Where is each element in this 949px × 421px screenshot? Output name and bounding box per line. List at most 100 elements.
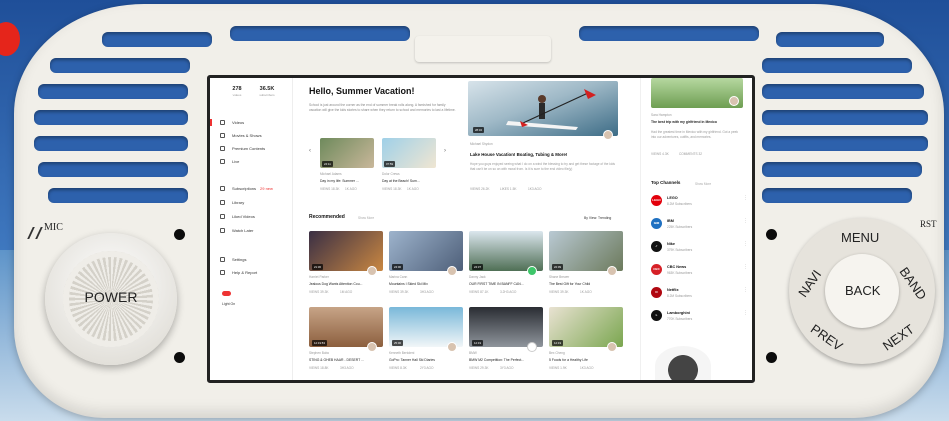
channel-name-netflix[interactable]: Netflix <box>667 288 679 292</box>
sort-dropdown[interactable]: By View: Trending <box>584 216 611 220</box>
mini-title-2[interactable]: Day at the Beach! Sum... <box>382 179 420 183</box>
reset-button[interactable]: RST <box>920 219 937 229</box>
sidebar-item-premium[interactable]: Premium Contents <box>220 146 265 151</box>
light-label: Light On <box>222 302 236 306</box>
vent-slot <box>230 26 410 41</box>
rec-thumb-6[interactable]: 25:00 <box>389 307 463 347</box>
channel-name-ibm[interactable]: IBM <box>667 219 674 223</box>
top-post-title[interactable]: The best trip with my girlfriend in Mexi… <box>651 120 717 124</box>
rec-title-5[interactable]: STING & GHEB HAAR - DESERT ... <box>309 358 383 362</box>
rec-title-4[interactable]: The Best Gift for Your Child <box>549 282 623 286</box>
rec-title-6[interactable]: GoPro: Tanner Hall Ski Diaries <box>389 358 463 362</box>
top-post-avatar[interactable] <box>729 96 739 106</box>
light-toggle[interactable] <box>222 291 231 296</box>
featured-title[interactable]: Lake House Vacation! Boating, Tubing & M… <box>470 152 567 157</box>
channel-name-lamborghini[interactable]: Lamborghini <box>667 311 690 315</box>
rec-avatar-1[interactable] <box>367 266 377 276</box>
navi-button[interactable]: NAVI <box>795 267 824 300</box>
rec-views-7: VIEWS 29.3K <box>469 366 489 370</box>
control-pad: MENU NAVI BAND PREV NEXT BACK <box>789 218 935 364</box>
power-label: POWER <box>84 289 138 305</box>
vent-slot <box>38 162 188 177</box>
channel-name-cbc[interactable]: CBC News <box>667 265 686 269</box>
mini-title-1[interactable]: Day in my life: Summer ... <box>320 179 359 183</box>
mini-views-2: VIEWS 18.3K <box>382 187 402 191</box>
rec-avatar-2[interactable] <box>447 266 457 276</box>
channel-name-lego[interactable]: LEGO <box>667 196 678 200</box>
vent-slot <box>102 32 212 47</box>
rec-thumb-5[interactable]: 12:19:53 <box>309 307 383 347</box>
sidebar-item-movies[interactable]: Movies & Shows <box>220 133 262 138</box>
rec-avatar-4[interactable] <box>607 266 617 276</box>
vent-slot <box>762 84 924 99</box>
screw <box>174 352 185 363</box>
sidebar-item-liked[interactable]: Liked Videos <box>220 214 255 219</box>
sidebar-item-watch-later[interactable]: Watch Later <box>220 228 253 233</box>
sidebar-item-settings[interactable]: Settings <box>220 257 246 262</box>
rec-age-3: 3.2H3 AGO <box>500 290 517 294</box>
channel-name-nike[interactable]: Nike <box>667 242 675 246</box>
mini-views-1: VIEWS 18.3K <box>320 187 340 191</box>
featured-avatar[interactable] <box>603 130 613 140</box>
rec-thumb-4[interactable]: 22:09 <box>549 231 623 271</box>
sidebar-item-videos[interactable]: Videos <box>210 119 244 126</box>
sidebar-item-help[interactable]: Help & Report <box>220 270 257 275</box>
rec-avatar-5[interactable] <box>367 342 377 352</box>
rec-thumb-2[interactable]: 24:00 <box>389 231 463 271</box>
rec-channel-8: Bex Cheng <box>549 351 565 355</box>
more-icon[interactable]: ⋮ <box>743 310 748 316</box>
power-knob[interactable]: POWER <box>45 233 177 365</box>
carousel-next-icon[interactable]: › <box>444 148 446 154</box>
carousel-prev-icon[interactable]: ‹ <box>309 148 311 154</box>
rec-title-3[interactable]: OUR FIRST TIME IN BANFF CAN... <box>469 282 543 286</box>
more-icon[interactable]: ⋮ <box>743 287 748 293</box>
featured-views: VIEWS 26.2K <box>470 187 490 191</box>
menu-button[interactable]: MENU <box>841 230 879 245</box>
vent-slot <box>34 110 188 125</box>
channel-subs-lego: 8.2M Subscribers <box>667 202 692 206</box>
vent-slot <box>762 58 912 73</box>
rec-thumb-7[interactable]: 12:19 <box>469 307 543 347</box>
channels-show-more[interactable]: Show More <box>695 182 711 186</box>
mini-thumb-2[interactable]: 07:59 <box>382 138 436 168</box>
vent-slot <box>762 136 928 151</box>
rec-thumb-8[interactable]: 12:19 <box>549 307 623 347</box>
rec-thumb-1[interactable]: 21:30 <box>309 231 383 271</box>
sidebar-item-subscriptions[interactable]: Subscriptions 29 new <box>220 186 273 191</box>
rec-avatar-8[interactable] <box>607 342 617 352</box>
band-button[interactable]: BAND <box>897 264 930 302</box>
more-icon[interactable]: ⋮ <box>743 195 748 201</box>
top-post-channel: Sara Hampton <box>651 113 672 117</box>
rec-channel-1: Harriet Parker <box>309 275 329 279</box>
rec-channel-3: Danny Jack <box>469 275 486 279</box>
mini-age-1: 1K AGO <box>345 187 357 191</box>
rec-avatar-7[interactable] <box>527 342 537 352</box>
more-icon[interactable]: ⋮ <box>743 241 748 247</box>
back-button[interactable]: BACK <box>825 254 899 328</box>
rec-age-7: 3Y3 AGO <box>500 366 514 370</box>
sidebar-item-library[interactable]: Library <box>220 200 244 205</box>
rec-channel-4: Shane Brewer <box>549 275 570 279</box>
play-icon <box>220 120 225 125</box>
sidebar-item-live[interactable]: Live <box>220 159 239 164</box>
vent-slot <box>579 26 759 41</box>
netflix-logo-icon: N <box>651 287 662 298</box>
mini-channel-1: Michael Adams <box>320 172 342 176</box>
rec-title-1[interactable]: Jealous Dog Wants Attention Cou... <box>309 282 383 286</box>
rec-title-7[interactable]: BMW M2 Competition: The Perfect... <box>469 358 543 362</box>
mini-thumb-1[interactable]: 24:11 <box>320 138 374 168</box>
more-icon[interactable]: ⋮ <box>743 218 748 224</box>
rec-title-8[interactable]: 5 Foods for a Healthy Life <box>549 358 623 362</box>
top-post-thumbnail[interactable] <box>651 78 743 108</box>
more-icon[interactable]: ⋮ <box>743 264 748 270</box>
featured-thumbnail[interactable]: 28:32 <box>468 81 618 140</box>
back-label: BACK <box>845 283 881 298</box>
rec-avatar-6[interactable] <box>447 342 457 352</box>
rec-thumb-3[interactable]: 24:37 <box>469 231 543 271</box>
rec-avatar-3[interactable] <box>527 266 537 276</box>
recommended-show-more[interactable]: Show More <box>358 216 374 220</box>
rec-title-2[interactable]: Mountains I Skied Ski Mix <box>389 282 463 286</box>
rec-age-6: 2Y3 AGO <box>420 366 434 370</box>
intro-text: School is just around the corner as the … <box>309 103 456 112</box>
app-screen: 278 videos 36.5K subscribers Videos Movies… <box>207 75 755 383</box>
